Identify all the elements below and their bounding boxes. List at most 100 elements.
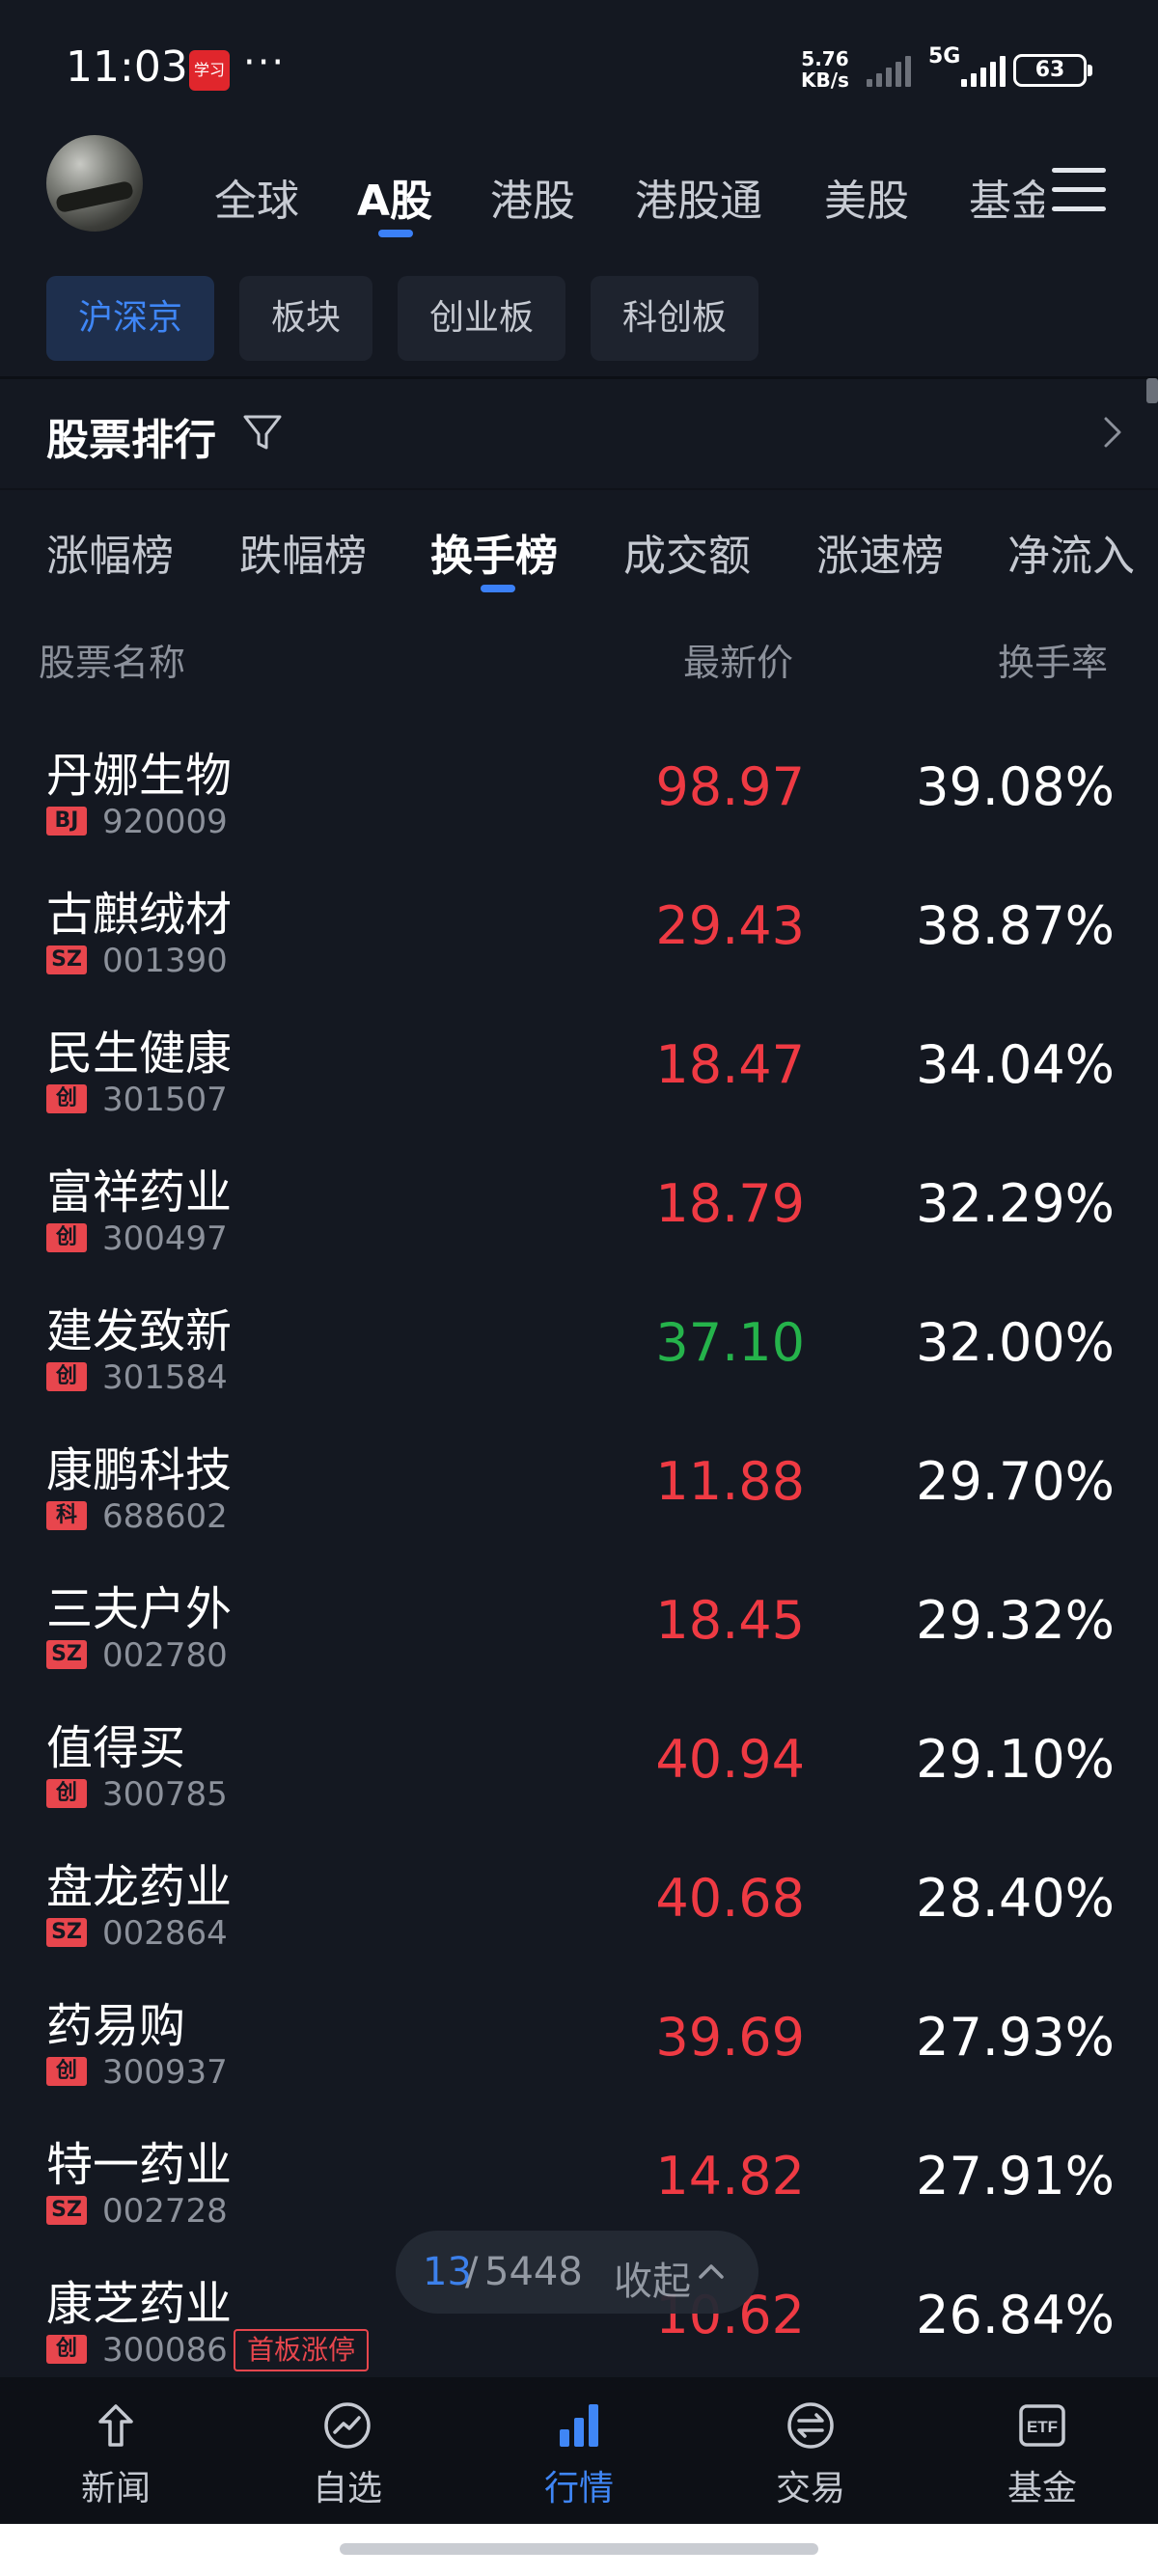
tab-net-inflow[interactable]: 净流入 xyxy=(1007,521,1135,583)
stock-name: 丹娜生物 xyxy=(46,749,233,803)
stock-row[interactable]: 盘龙药业 SZ 002864 40.68 28.40% xyxy=(0,1849,1158,1987)
stock-code: 300086 xyxy=(102,2331,228,2370)
ranking-tab-indicator xyxy=(481,585,515,592)
nav-label: 自选 xyxy=(312,2469,382,2508)
tab-us-stocks[interactable]: 美股 xyxy=(824,166,909,228)
market-badge: BJ xyxy=(46,807,87,836)
stock-row[interactable]: 三夫户外 SZ 002780 18.45 29.32% xyxy=(0,1571,1158,1710)
stock-turnover-rate: 34.04% xyxy=(916,1034,1115,1095)
subtab-star-market[interactable]: 科创板 xyxy=(591,276,758,361)
nav-label: 交易 xyxy=(775,2469,845,2508)
nav-label: 新闻 xyxy=(80,2469,151,2508)
study-app-icon: 学习 xyxy=(189,50,230,91)
column-header-name: 股票名称 xyxy=(39,642,186,684)
stock-row[interactable]: 康鹏科技 科 688602 11.88 29.70% xyxy=(0,1432,1158,1571)
stock-row[interactable]: 丹娜生物 BJ 920009 98.97 39.08% xyxy=(0,737,1158,876)
stock-turnover-rate: 27.93% xyxy=(916,2007,1115,2068)
tab-a-shares[interactable]: A股 xyxy=(357,166,432,228)
nav-market[interactable]: 行情 xyxy=(482,2377,676,2524)
stock-code: 920009 xyxy=(102,803,228,841)
stock-turnover-rate: 38.87% xyxy=(916,895,1115,956)
stock-row[interactable]: 富祥药业 创 300497 18.79 32.29% xyxy=(0,1154,1158,1293)
nav-fund[interactable]: ETF 基金 xyxy=(946,2377,1139,2524)
tab-speed[interactable]: 涨速榜 xyxy=(816,521,944,583)
tab-funds[interactable]: 基金 xyxy=(969,166,1044,228)
stock-price: 11.88 xyxy=(655,1451,805,1512)
column-header-price[interactable]: 最新价 xyxy=(683,633,793,686)
tab-top-losers[interactable]: 跌幅榜 xyxy=(239,521,367,583)
nav-news[interactable]: 新闻 xyxy=(19,2377,212,2524)
stock-code: 688602 xyxy=(102,1497,228,1536)
tab-hk-stocks[interactable]: 港股 xyxy=(490,166,575,228)
stock-code: 300937 xyxy=(102,2053,228,2092)
stock-row[interactable]: 民生健康 创 301507 18.47 34.04% xyxy=(0,1015,1158,1154)
limit-up-tag: 首板涨停 xyxy=(234,2329,370,2371)
stock-code: 002728 xyxy=(102,2192,228,2231)
stock-price: 37.10 xyxy=(655,1312,805,1373)
stock-name: 古麒绒材 xyxy=(46,888,233,942)
tab-top-gainers[interactable]: 涨幅榜 xyxy=(46,521,174,583)
scrollbar[interactable] xyxy=(1146,378,1158,403)
stock-price: 18.45 xyxy=(655,1590,805,1651)
status-bar: 11:03 学习 ··· 5.76 KB/s 5G 63 xyxy=(0,0,1158,135)
news-icon xyxy=(98,2404,133,2447)
menu-icon[interactable] xyxy=(1052,166,1106,214)
nav-watchlist[interactable]: 自选 xyxy=(251,2377,444,2524)
active-tab-indicator xyxy=(378,230,413,237)
user-avatar[interactable] xyxy=(46,135,143,232)
stock-row[interactable]: 药易购 创 300937 39.69 27.93% xyxy=(0,1987,1158,2126)
home-gesture-bar[interactable] xyxy=(340,2543,818,2555)
tab-volume[interactable]: 成交额 xyxy=(623,521,751,583)
stock-turnover-rate: 26.84% xyxy=(916,2285,1115,2345)
subtab-hu-shen-jing[interactable]: 沪深京 xyxy=(46,276,214,361)
bottom-nav: 新闻 自选 行情 交易 ETF 基金 xyxy=(0,2377,1158,2524)
pager-pill[interactable]: 13 / 5448 收起 xyxy=(396,2231,758,2314)
stock-turnover-rate: 29.32% xyxy=(916,1590,1115,1651)
stock-price: 29.43 xyxy=(655,895,805,956)
stock-row[interactable]: 古麒绒材 SZ 001390 29.43 38.87% xyxy=(0,876,1158,1015)
stock-row[interactable]: 建发致新 创 301584 37.10 32.00% xyxy=(0,1293,1158,1432)
column-header-turnover[interactable]: 换手率 xyxy=(998,633,1108,686)
stock-price: 98.97 xyxy=(655,756,805,817)
nav-trade[interactable]: 交易 xyxy=(714,2377,907,2524)
stock-name: 值得买 xyxy=(46,1721,186,1775)
battery-icon: 63 xyxy=(1013,54,1092,87)
stock-turnover-rate: 29.70% xyxy=(916,1451,1115,1512)
market-badge: 创 xyxy=(46,1084,87,1113)
network-type: 5G xyxy=(928,44,961,69)
subtab-chinext[interactable]: 创业板 xyxy=(398,276,565,361)
watchlist-icon xyxy=(324,2402,371,2449)
stock-price: 40.68 xyxy=(655,1868,805,1929)
chevron-up-icon[interactable] xyxy=(695,2256,728,2288)
tab-turnover-rank[interactable]: 换手榜 xyxy=(430,521,558,583)
stock-name: 三夫户外 xyxy=(46,1582,233,1636)
tab-global[interactable]: 全球 xyxy=(214,166,299,228)
stock-code: 300785 xyxy=(102,1775,228,1814)
stock-code: 300497 xyxy=(102,1219,228,1258)
tab-hk-connect[interactable]: 港股通 xyxy=(635,166,762,228)
market-badge: 创 xyxy=(46,1362,87,1391)
stock-row[interactable]: 值得买 创 300785 40.94 29.10% xyxy=(0,1710,1158,1849)
stock-turnover-rate: 32.00% xyxy=(916,1312,1115,1373)
market-badge: 创 xyxy=(46,2335,87,2364)
cell-signal-icon xyxy=(961,54,1006,87)
stock-code: 301507 xyxy=(102,1081,228,1119)
market-tabs: 全球 A股 港股 港股通 美股 基金 xyxy=(214,154,1044,241)
collapse-button[interactable]: 收起 xyxy=(614,2250,691,2306)
stock-price: 14.82 xyxy=(655,2146,805,2206)
market-badge: SZ xyxy=(46,1918,87,1947)
svg-text:ETF: ETF xyxy=(1027,2418,1058,2436)
chevron-right-icon[interactable] xyxy=(1098,415,1127,450)
stock-name: 民生健康 xyxy=(46,1027,233,1081)
stock-name: 富祥药业 xyxy=(46,1165,233,1219)
market-badge: SZ xyxy=(46,2196,87,2225)
filter-icon[interactable] xyxy=(239,409,286,455)
market-badge: 创 xyxy=(46,1223,87,1252)
market-badge: 创 xyxy=(46,2057,87,2086)
market-badge: 创 xyxy=(46,1779,87,1808)
subtab-sectors[interactable]: 板块 xyxy=(239,276,372,361)
pager-separator: / xyxy=(465,2250,479,2294)
status-more-icon: ··· xyxy=(243,41,287,85)
stock-turnover-rate: 39.08% xyxy=(916,756,1115,817)
wifi-signal-icon xyxy=(867,54,911,87)
